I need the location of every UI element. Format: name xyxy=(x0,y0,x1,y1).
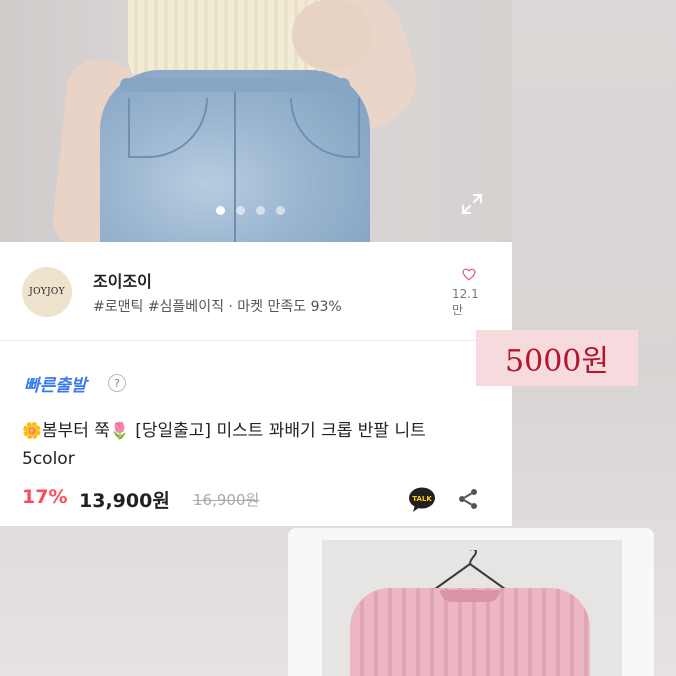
sale-price: 13,900원 xyxy=(79,490,170,512)
photo-fly xyxy=(234,92,236,242)
photo-waistband xyxy=(120,78,350,92)
original-price: 16,900원 xyxy=(193,491,260,509)
like-count: 12.1만 xyxy=(452,287,479,317)
carousel-dot-3[interactable] xyxy=(256,206,265,215)
title-part-1: 봄부터 쭉 xyxy=(41,421,110,441)
carousel-dot-2[interactable] xyxy=(236,206,245,215)
share-icon[interactable] xyxy=(456,487,480,511)
daisy-emoji-icon: 🌼 xyxy=(22,421,42,440)
expand-icon[interactable] xyxy=(460,192,484,216)
shop-name[interactable]: 조이조이 xyxy=(93,268,152,292)
heart-outline-icon[interactable] xyxy=(457,268,481,281)
product-photo[interactable] xyxy=(0,0,512,242)
price-sticker: 5000원 xyxy=(476,330,638,386)
sweater-collar xyxy=(440,590,500,602)
carousel-dots[interactable] xyxy=(216,206,285,215)
shop-tags: #로맨틱 #심플베이직 · 마켓 만족도 93% xyxy=(93,299,342,315)
question-icon[interactable]: ? xyxy=(108,374,126,392)
product-title: 🌼봄부터 쭉🌷 [당일출고] 미스트 꽈배기 크롭 반팔 니트 5color xyxy=(22,417,482,473)
like-button[interactable]: 12.1만 xyxy=(452,268,486,318)
discount-rate: 17% xyxy=(22,486,68,508)
page: JOYJOY 조이조이 #로맨틱 #심플베이직 · 마켓 만족도 93% 12.… xyxy=(0,0,676,676)
photo-hand xyxy=(292,0,372,70)
fast-shipping-label: 빠른출발 xyxy=(24,376,87,396)
kakao-talk-icon[interactable]: TALK xyxy=(408,487,436,513)
carousel-dot-4[interactable] xyxy=(276,206,285,215)
shop-logo[interactable]: JOYJOY xyxy=(22,267,72,317)
pink-sweater-photo[interactable] xyxy=(322,540,622,676)
tulip-emoji-icon: 🌷 xyxy=(109,421,130,440)
talk-icon-text: TALK xyxy=(412,495,432,503)
shop-card[interactable]: JOYJOY 조이조이 #로맨틱 #심플베이직 · 마켓 만족도 93% 12.… xyxy=(0,242,512,340)
product-info: 빠른출발 ? 🌼봄부터 쭉🌷 [당일출고] 미스트 꽈배기 크롭 반팔 니트 5… xyxy=(0,341,512,526)
carousel-dot-1[interactable] xyxy=(216,206,225,215)
